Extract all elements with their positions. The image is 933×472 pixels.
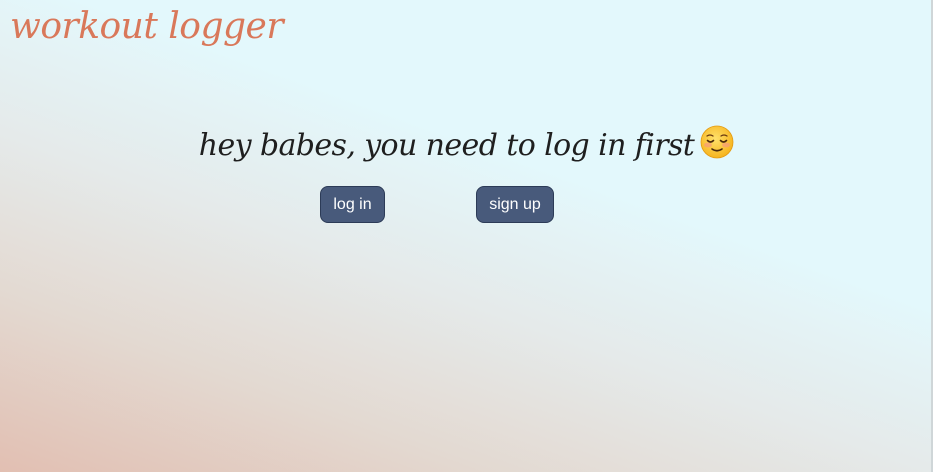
login-required-message: hey babes, you need to log in first (0, 125, 933, 167)
sign-up-button[interactable]: sign up (476, 186, 554, 223)
log-in-button[interactable]: log in (320, 186, 385, 223)
relieved-face-icon (700, 125, 734, 167)
login-required-text: hey babes, you need to log in first (198, 128, 695, 163)
app-title: workout logger (10, 6, 284, 47)
